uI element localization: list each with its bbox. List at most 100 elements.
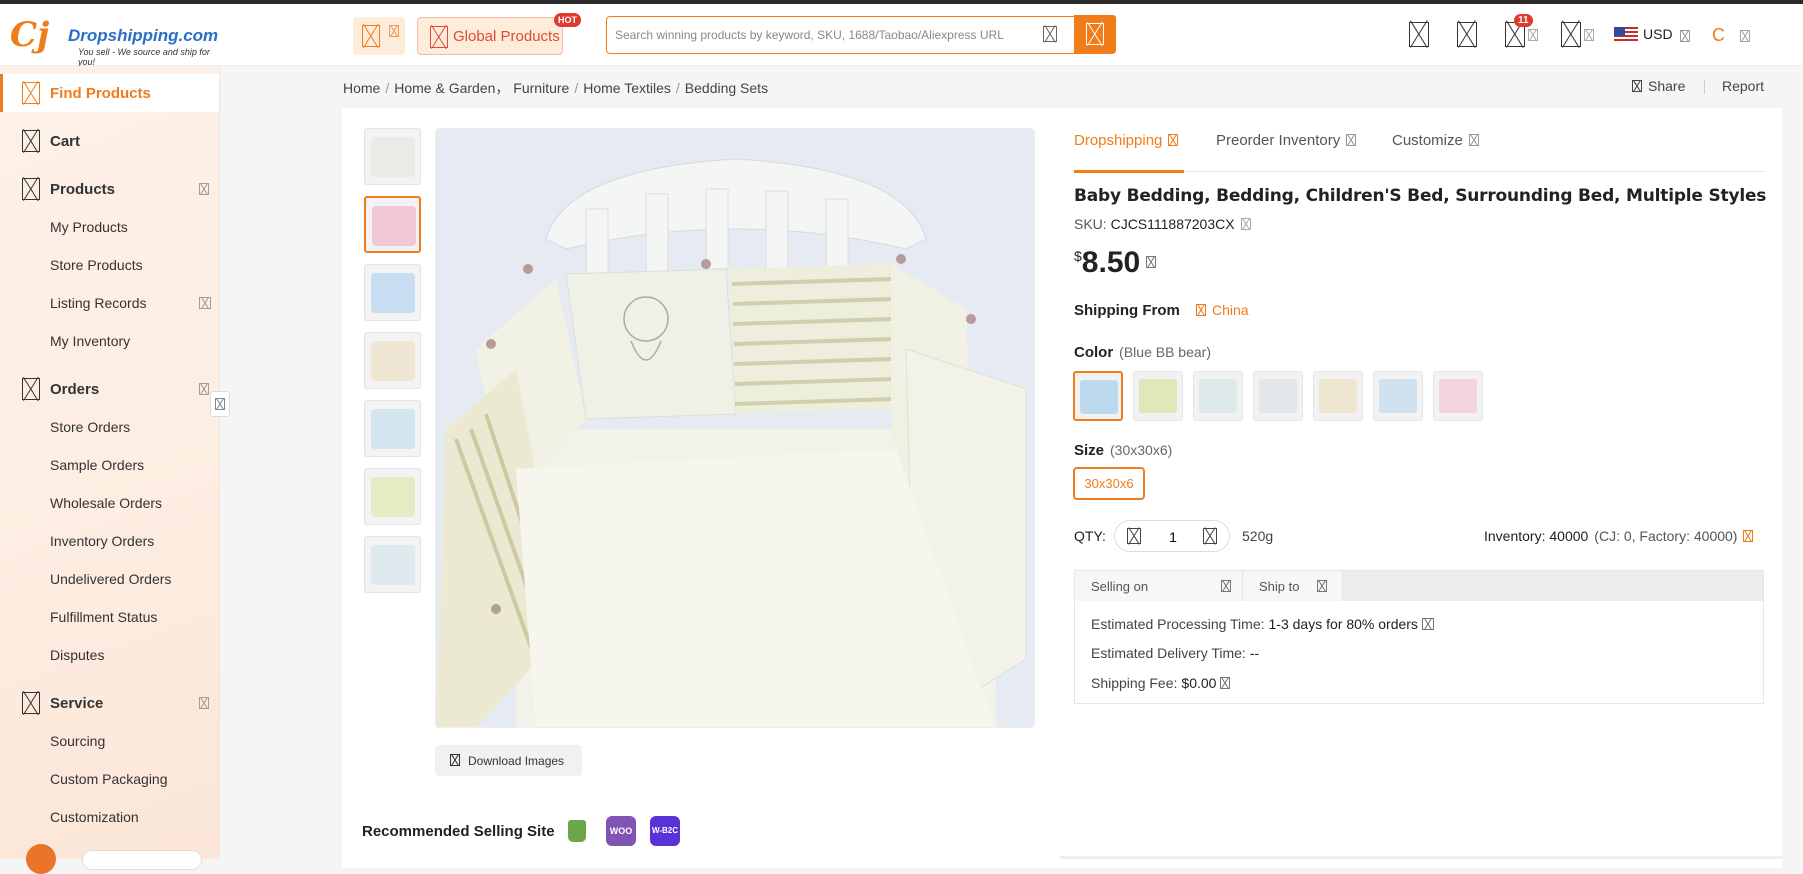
color-swatch[interactable] (1373, 371, 1423, 421)
home-icon (362, 25, 380, 47)
sidebar-item-sourcing[interactable]: Sourcing (50, 733, 105, 749)
color-swatch[interactable] (1133, 371, 1183, 421)
product-thumbnail[interactable] (364, 264, 421, 321)
download-images-button[interactable]: Download Images (435, 745, 582, 776)
share-button[interactable]: Share (1632, 78, 1685, 94)
shipping-from-value: China (1212, 302, 1249, 318)
search-input[interactable] (615, 24, 1035, 46)
service-chevron-icon[interactable] (199, 697, 209, 709)
product-thumbnail[interactable] (364, 196, 421, 253)
quantity-stepper (1114, 520, 1230, 552)
bell-icon[interactable] (1409, 22, 1429, 47)
site-logo[interactable]: Cj Dropshipping.com You sell - We source… (10, 14, 218, 67)
tab-customize[interactable]: Customize (1392, 132, 1479, 149)
delivery-time-label: Estimated Delivery Time: (1091, 645, 1246, 661)
avatar[interactable]: C (1712, 25, 1725, 46)
shopify-icon[interactable] (562, 816, 592, 846)
home-shortcut-button[interactable] (353, 17, 405, 55)
heart-icon[interactable] (1457, 22, 1477, 47)
sidebar-collapse-button[interactable] (210, 391, 230, 417)
sidebar-item-store-orders[interactable]: Store Orders (50, 419, 130, 435)
selling-on-dropdown[interactable]: Selling on (1075, 571, 1243, 601)
shipping-fee-info-icon[interactable] (1220, 677, 1231, 689)
sidebar-item-customization[interactable]: Customization (50, 809, 139, 825)
notification-count-badge: 11 (1514, 14, 1533, 27)
report-button[interactable]: Report (1722, 78, 1764, 94)
search-products-icon (22, 82, 40, 104)
product-thumbnail[interactable] (364, 332, 421, 389)
sidebar-item-sample-orders[interactable]: Sample Orders (50, 457, 144, 473)
search-button[interactable] (1074, 15, 1116, 54)
price-info-icon[interactable] (1146, 256, 1157, 268)
support-chat-pill[interactable] (82, 850, 202, 870)
copy-sku-icon[interactable] (1240, 218, 1251, 230)
thumbnail-image (371, 409, 415, 449)
processing-info-icon[interactable] (1421, 618, 1434, 630)
us-flag-icon (1614, 27, 1638, 43)
shipping-from-selector[interactable]: China (1196, 302, 1249, 318)
sidebar-item-undelivered-orders[interactable]: Undelivered Orders (50, 571, 171, 587)
sidebar-item-listing-records[interactable]: Listing Records (50, 295, 147, 311)
collapse-icon (215, 398, 225, 410)
breadcrumb-separator: / (675, 80, 680, 96)
thumbnail-image (371, 477, 415, 517)
thumbnail-image (371, 545, 415, 585)
color-row: Color (Blue BB bear) (1074, 344, 1211, 361)
color-swatch[interactable] (1253, 371, 1303, 421)
plus-icon[interactable] (1203, 528, 1217, 544)
size-option-30x30x6[interactable]: 30x30x6 (1073, 467, 1145, 500)
currency-selector[interactable]: USD (1643, 26, 1673, 42)
sidebar-item-custom-packaging[interactable]: Custom Packaging (50, 771, 168, 787)
main-product-image[interactable] (435, 128, 1035, 728)
cart-icon[interactable] (1561, 22, 1581, 47)
color-swatch[interactable] (1313, 371, 1363, 421)
processing-time-value: 1-3 days for 80% orders (1268, 616, 1418, 632)
sidebar-item-label: Orders (50, 381, 100, 398)
purchase-mode-tabs: Dropshipping Preorder Inventory Customiz… (1074, 122, 1764, 173)
ship-to-dropdown[interactable]: Ship to (1243, 571, 1343, 601)
orders-chevron-icon[interactable] (199, 383, 209, 395)
breadcrumb-home[interactable]: Home (343, 80, 380, 96)
tab-dropshipping[interactable]: Dropshipping (1074, 132, 1179, 149)
tab-preorder-inventory[interactable]: Preorder Inventory (1216, 132, 1357, 149)
product-thumbnail[interactable] (364, 468, 421, 525)
product-thumbnail[interactable] (364, 400, 421, 457)
breadcrumb-home-textiles[interactable]: Home Textiles (583, 80, 671, 96)
image-search-icon[interactable] (1043, 26, 1057, 42)
breadcrumb-home-garden[interactable]: Home & Garden， Furniture (394, 80, 569, 96)
color-swatch[interactable] (1193, 371, 1243, 421)
sidebar-item-disputes[interactable]: Disputes (50, 647, 104, 663)
customize-info-icon (1468, 134, 1479, 146)
logo-mark: Cj (10, 15, 50, 55)
hot-badge: HOT (554, 13, 581, 27)
product-thumbnail[interactable] (364, 536, 421, 593)
swatch-image (1319, 379, 1357, 413)
search-bar (606, 15, 1116, 54)
quantity-input[interactable] (1153, 527, 1193, 547)
sidebar-item-wholesale-orders[interactable]: Wholesale Orders (50, 495, 162, 511)
support-avatar[interactable] (26, 844, 56, 874)
minus-icon[interactable] (1127, 528, 1141, 544)
inventory-info-icon[interactable] (1743, 530, 1754, 542)
globe-icon (430, 26, 448, 48)
products-chevron-icon[interactable] (199, 183, 209, 195)
sidebar-item-inventory-orders[interactable]: Inventory Orders (50, 533, 154, 549)
processing-time-label: Estimated Processing Time: (1091, 616, 1265, 632)
sidebar-item-store-products[interactable]: Store Products (50, 257, 143, 273)
sidebar-item-my-inventory[interactable]: My Inventory (50, 333, 130, 349)
color-selected-value: (Blue BB bear) (1119, 344, 1211, 360)
color-swatch[interactable] (1073, 371, 1123, 421)
sku-value: CJCS111887203CX (1110, 216, 1235, 232)
thumbnail-image (371, 137, 415, 177)
orders-icon (22, 378, 40, 400)
product-thumbnail[interactable] (364, 128, 421, 185)
breadcrumb-bedding-sets[interactable]: Bedding Sets (685, 80, 768, 96)
thumbnail-image (371, 341, 415, 381)
color-swatch[interactable] (1433, 371, 1483, 421)
qty-label: QTY: (1074, 528, 1106, 544)
woocommerce-icon[interactable]: WOO (606, 816, 636, 846)
wix-b2c-icon[interactable]: W-B2C (650, 816, 680, 846)
sidebar-item-fulfillment-status[interactable]: Fulfillment Status (50, 609, 157, 625)
sidebar-item-my-products[interactable]: My Products (50, 219, 128, 235)
global-products-button[interactable]: Global Products HOT (417, 13, 581, 55)
